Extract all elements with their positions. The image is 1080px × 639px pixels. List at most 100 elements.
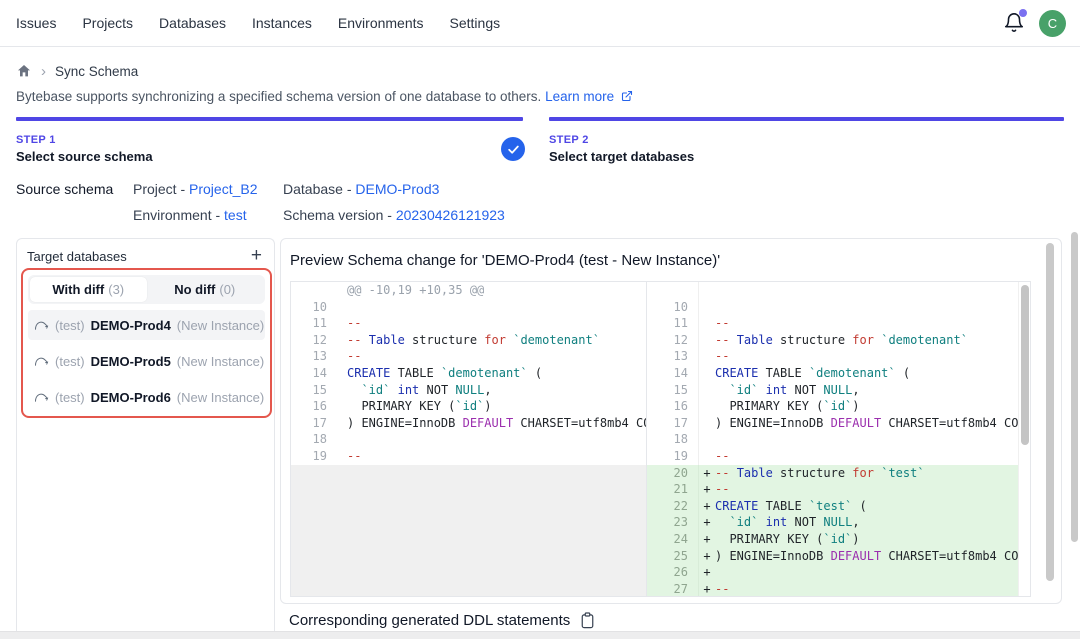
code-text xyxy=(715,431,1018,448)
db-suffix: (New Instance) xyxy=(177,354,264,369)
line-number: 12 xyxy=(291,332,339,349)
db-env: (test) xyxy=(55,354,85,369)
line-number: 18 xyxy=(647,431,699,448)
diff-line: @@ -10,19 +10,35 @@ xyxy=(291,282,646,299)
diff-line: 15 `id` int NOT NULL, xyxy=(291,382,646,399)
database-link[interactable]: DEMO-Prod3 xyxy=(355,181,439,197)
line-number: 11 xyxy=(647,315,699,332)
editor-scrollbar-thumb[interactable] xyxy=(1021,285,1029,445)
diff-line: 11 -- xyxy=(647,315,1018,332)
code-text: -- xyxy=(715,348,1018,365)
diff-line: 24+ PRIMARY KEY (`id`) xyxy=(647,531,1018,548)
diff-pane-source[interactable]: @@ -10,19 +10,35 @@1011--12-- Table stru… xyxy=(291,282,647,596)
nav-item-settings[interactable]: Settings xyxy=(450,15,501,31)
line-number: 16 xyxy=(647,398,699,415)
code-text xyxy=(715,282,1018,299)
line-number: 13 xyxy=(291,348,339,365)
line-number: 15 xyxy=(291,382,339,399)
line-number: 19 xyxy=(647,448,699,465)
diff-add-marker: + xyxy=(699,465,715,482)
tab-with-diff-label: With diff xyxy=(52,282,104,297)
diff-add-marker xyxy=(699,398,715,415)
environment-link[interactable]: test xyxy=(224,207,247,223)
page-scrollbar-thumb[interactable] xyxy=(1071,232,1078,542)
step-1-progress-bar xyxy=(16,117,523,121)
line-number: 17 xyxy=(647,415,699,432)
diff-add-marker: + xyxy=(699,514,715,531)
card-scrollbar-thumb[interactable] xyxy=(1046,243,1054,581)
copy-clipboard-icon[interactable] xyxy=(580,612,595,629)
diff-add-marker xyxy=(699,348,715,365)
database-label: Database - xyxy=(283,181,355,197)
tab-no-diff[interactable]: No diff (0) xyxy=(147,277,264,302)
tab-with-diff[interactable]: With diff (3) xyxy=(30,277,147,302)
chevron-right-icon: › xyxy=(41,64,46,79)
target-selection-highlight: With diff (3) No diff (0) (test) DEMO xyxy=(21,268,272,418)
diff-line: 19-- xyxy=(647,448,1018,465)
tab-no-diff-count: (0) xyxy=(219,282,235,297)
diff-tabbar: With diff (3) No diff (0) xyxy=(28,275,265,304)
diff-add-marker xyxy=(699,315,715,332)
list-item-demo-prod4[interactable]: (test) DEMO-Prod4 (New Instance) xyxy=(28,310,265,340)
list-item-demo-prod6[interactable]: (test) DEMO-Prod6 (New Instance) xyxy=(28,382,265,412)
code-text: ) ENGINE=InnoDB DEFAULT CHARSET=utf8mb4 … xyxy=(715,415,1018,432)
home-icon[interactable] xyxy=(16,63,32,79)
diff-line: 11-- xyxy=(291,315,646,332)
line-number: 11 xyxy=(291,315,339,332)
add-target-database-button[interactable]: + xyxy=(251,248,262,264)
diff-line: 20+-- Table structure for `test` xyxy=(647,465,1018,482)
code-text: `id` int NOT NULL, xyxy=(715,514,1018,531)
nav-item-instances[interactable]: Instances xyxy=(252,15,312,31)
target-database-list: (test) DEMO-Prod4 (New Instance) (test) … xyxy=(28,310,265,412)
avatar[interactable]: C xyxy=(1039,10,1066,37)
notification-bell-icon[interactable] xyxy=(1003,12,1025,34)
diff-line: 16 PRIMARY KEY (`id`) xyxy=(291,398,646,415)
nav-item-issues[interactable]: Issues xyxy=(16,15,56,31)
code-text: `id` int NOT NULL, xyxy=(715,382,1018,399)
notification-dot xyxy=(1019,9,1027,17)
code-text: PRIMARY KEY (`id`) xyxy=(339,398,646,415)
code-text: -- xyxy=(715,315,1018,332)
line-number: 25 xyxy=(647,548,699,565)
learn-more-link[interactable]: Learn more xyxy=(545,89,614,104)
preview-schema-card: Preview Schema change for 'DEMO-Prod4 (t… xyxy=(280,238,1062,604)
code-text: ) ENGINE=InnoDB DEFAULT CHARSET=utf8mb4 … xyxy=(715,548,1018,565)
line-number: 13 xyxy=(647,348,699,365)
diff-line: 18 xyxy=(291,431,646,448)
schema-version-link[interactable]: 20230426121923 xyxy=(396,207,505,223)
nav-item-projects[interactable]: Projects xyxy=(82,15,133,31)
line-number: 23 xyxy=(647,514,699,531)
project-link[interactable]: Project_B2 xyxy=(189,181,257,197)
project-label: Project - xyxy=(133,181,189,197)
top-navbar: Issues Projects Databases Instances Envi… xyxy=(0,0,1080,47)
list-item-demo-prod5[interactable]: (test) DEMO-Prod5 (New Instance) xyxy=(28,346,265,376)
code-text: CREATE TABLE `test` ( xyxy=(715,498,1018,515)
line-number: 21 xyxy=(647,481,699,498)
line-number: 10 xyxy=(647,299,699,316)
diff-line: 10 xyxy=(647,299,1018,316)
diff-line: 12-- Table structure for `demotenant` xyxy=(291,332,646,349)
preview-title: Preview Schema change for 'DEMO-Prod4 (t… xyxy=(290,252,720,269)
code-text xyxy=(715,564,1018,581)
source-schema-label: Source schema xyxy=(16,181,113,197)
line-number: 22 xyxy=(647,498,699,515)
schema-diff-editor[interactable]: @@ -10,19 +10,35 @@1011--12-- Table stru… xyxy=(290,281,1031,597)
environment-label: Environment - xyxy=(133,207,224,223)
target-panel-header: Target databases + xyxy=(17,239,274,270)
schema-version-cell: Schema version - 20230426121923 xyxy=(283,207,505,223)
ddl-editor-top-edge xyxy=(0,631,1080,639)
nav-item-environments[interactable]: Environments xyxy=(338,15,424,31)
code-text: `id` int NOT NULL, xyxy=(339,382,646,399)
diff-add-marker xyxy=(699,299,715,316)
intro-text: Bytebase supports synchronizing a specif… xyxy=(16,89,633,104)
diff-line: 17) ENGINE=InnoDB DEFAULT CHARSET=utf8mb… xyxy=(291,415,646,432)
line-number xyxy=(647,282,699,299)
diff-add-marker: + xyxy=(699,564,715,581)
diff-line: 19-- xyxy=(291,448,646,465)
line-number: 10 xyxy=(291,299,339,316)
line-number: 19 xyxy=(291,448,339,465)
external-link-icon[interactable] xyxy=(621,90,633,102)
diff-pane-target[interactable]: 1011--12-- Table structure for `demotena… xyxy=(647,282,1018,596)
line-number xyxy=(291,282,339,299)
nav-item-databases[interactable]: Databases xyxy=(159,15,226,31)
